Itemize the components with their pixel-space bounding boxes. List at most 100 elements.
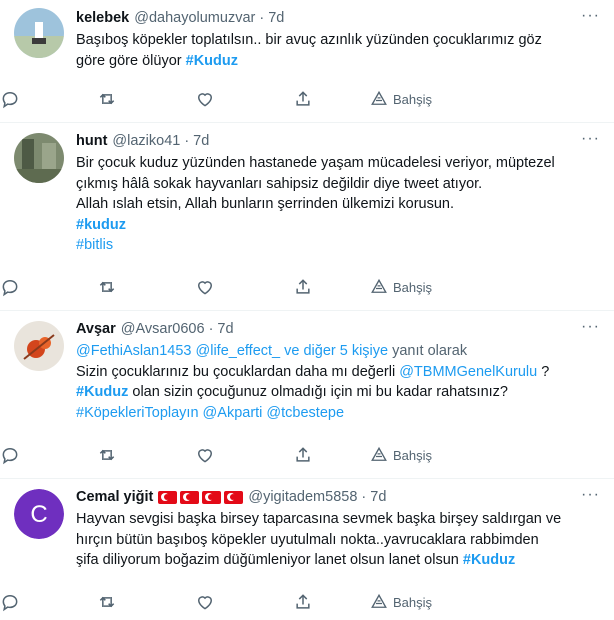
avatar[interactable] bbox=[14, 8, 64, 58]
user-handle[interactable]: @yigitadem5858 bbox=[248, 487, 357, 507]
tweet-text-segment: Sizin çocuklarınız bu çocuklardan daha m… bbox=[76, 363, 400, 380]
tweet-text-segment: çıkmış hâlâ sokak hayvanları sahipsiz de… bbox=[76, 175, 483, 192]
retweet-button[interactable] bbox=[97, 591, 117, 613]
tweet-text-line: Başıboş köpekler toplatılsın.. bir avuç … bbox=[76, 30, 600, 51]
separator-dot: · bbox=[208, 321, 214, 337]
reply-button[interactable] bbox=[0, 88, 20, 110]
action-bar: Bahşiş bbox=[0, 444, 614, 466]
tip-label: Bahşiş bbox=[393, 91, 433, 107]
retweet-button[interactable] bbox=[97, 88, 117, 110]
more-options-icon[interactable]: ··· bbox=[581, 131, 600, 147]
hashtag-link[interactable]: #KöpekleriToplayın @Akparti @tcbestepe bbox=[76, 405, 344, 421]
tweet-body: hunt @laziko41 · 7d ··· Bir çocuk kuduz … bbox=[76, 131, 600, 256]
tweet[interactable]: C Cemal yiğit @yigitadem5858 · 7d ··· Ha… bbox=[0, 479, 614, 620]
hashtag-link[interactable]: #bitlis bbox=[76, 237, 113, 253]
tweet-header: Avşar @Avsar0606 · 7d bbox=[76, 319, 600, 339]
user-handle[interactable]: @Avsar0606 bbox=[121, 319, 205, 339]
retweet-icon bbox=[97, 592, 117, 612]
tweet-text-line: @FethiAslan1453 @life_effect_ ve diğer 5… bbox=[76, 341, 600, 362]
reply-button[interactable] bbox=[0, 591, 20, 613]
like-button[interactable] bbox=[195, 444, 215, 466]
separator-dot: · bbox=[259, 10, 265, 26]
retweet-button[interactable] bbox=[97, 444, 117, 466]
tweet-text: Hayvan sevgisi başka birsey taparcasına … bbox=[76, 509, 600, 571]
tweet[interactable]: kelebek @dahayolumuzvar · 7d ··· Başıboş… bbox=[0, 0, 614, 123]
tweet-text-segment: Bir çocuk kuduz yüzünden hastanede yaşam… bbox=[76, 155, 555, 171]
tip-icon bbox=[370, 90, 388, 108]
mention-link[interactable]: @FethiAslan1453 @life_effect_ ve diğer 5… bbox=[76, 343, 388, 359]
share-button[interactable] bbox=[293, 276, 313, 298]
tip-button[interactable]: Bahşiş bbox=[370, 591, 432, 613]
tweet-text-line: #KöpekleriToplayın @Akparti @tcbestepe bbox=[76, 403, 600, 424]
tweet-text-line: #Kuduz olan sizin çocuğunuz olmadığı içi… bbox=[76, 382, 600, 403]
avatar[interactable] bbox=[14, 321, 64, 371]
avatar-image: C bbox=[14, 489, 64, 539]
tweet-text-line: #bitlis bbox=[76, 235, 600, 256]
reply-icon bbox=[0, 277, 20, 297]
timestamp[interactable]: 7d bbox=[217, 319, 233, 339]
avatar[interactable] bbox=[14, 133, 64, 183]
hashtag-link[interactable]: #Kuduz bbox=[186, 53, 238, 69]
separator-dot: · bbox=[184, 133, 190, 149]
tip-button[interactable]: Bahşiş bbox=[370, 276, 432, 298]
turkish-flag-icon bbox=[158, 490, 178, 504]
mention-link[interactable]: @TBMMGenelKurulu bbox=[399, 364, 537, 380]
tweet-body: Cemal yiğit @yigitadem5858 · 7d ··· Hayv… bbox=[76, 487, 600, 571]
tweet-text-segment: ? bbox=[537, 363, 550, 380]
action-bar: Bahşiş bbox=[0, 88, 614, 110]
tip-button[interactable]: Bahşiş bbox=[370, 88, 432, 110]
display-name[interactable]: Cemal yiğit bbox=[76, 487, 153, 507]
tweet-text-segment: Başıboş köpekler toplatılsın.. bir avuç … bbox=[76, 32, 542, 48]
turkish-flag-icon bbox=[224, 490, 244, 504]
like-button[interactable] bbox=[195, 591, 215, 613]
timestamp[interactable]: 7d bbox=[370, 487, 386, 507]
retweet-icon bbox=[97, 445, 117, 465]
hashtag-link[interactable]: #Kuduz bbox=[463, 552, 515, 568]
more-options-icon[interactable]: ··· bbox=[581, 319, 600, 335]
share-icon bbox=[293, 89, 313, 109]
tip-icon bbox=[370, 593, 388, 611]
tweet-feed: kelebek @dahayolumuzvar · 7d ··· Başıboş… bbox=[0, 0, 614, 620]
reply-button[interactable] bbox=[0, 276, 20, 298]
avatar[interactable]: C bbox=[14, 489, 64, 539]
tip-button[interactable]: Bahşiş bbox=[370, 444, 432, 466]
tweet-header: hunt @laziko41 · 7d bbox=[76, 131, 600, 151]
tweet-body: Avşar @Avsar0606 · 7d ··· @FethiAslan145… bbox=[76, 319, 600, 423]
tip-icon bbox=[370, 278, 388, 296]
separator-dot: · bbox=[361, 489, 367, 505]
like-button[interactable] bbox=[195, 276, 215, 298]
reply-icon bbox=[0, 592, 20, 612]
display-name[interactable]: kelebek bbox=[76, 8, 129, 28]
user-handle[interactable]: @laziko41 bbox=[112, 131, 180, 151]
like-button[interactable] bbox=[195, 88, 215, 110]
share-icon bbox=[293, 592, 313, 612]
turkish-flag-icon bbox=[202, 490, 222, 504]
share-icon bbox=[293, 277, 313, 297]
display-name[interactable]: hunt bbox=[76, 131, 107, 151]
avatar-image bbox=[14, 133, 64, 183]
timestamp[interactable]: 7d bbox=[268, 8, 284, 28]
timestamp[interactable]: 7d bbox=[193, 131, 209, 151]
share-button[interactable] bbox=[293, 591, 313, 613]
retweet-button[interactable] bbox=[97, 276, 117, 298]
reply-icon bbox=[0, 89, 20, 109]
hashtag-link[interactable]: #Kuduz bbox=[76, 384, 128, 400]
tweet-text-segment: şifa diliyorum boğazim düğümleniyor lane… bbox=[76, 552, 463, 568]
user-handle[interactable]: @dahayolumuzvar bbox=[134, 8, 255, 28]
tweet[interactable]: Avşar @Avsar0606 · 7d ··· @FethiAslan145… bbox=[0, 311, 614, 479]
tweet[interactable]: hunt @laziko41 · 7d ··· Bir çocuk kuduz … bbox=[0, 123, 614, 311]
tweet-text-line: Hayvan sevgisi başka birsey taparcasına … bbox=[76, 509, 600, 530]
tweet-text-segment: hırçın bütün başıboş köpekler uyutulmalı… bbox=[76, 531, 539, 548]
tweet-text-segment: göre göre ölüyor bbox=[76, 52, 186, 69]
turkish-flag-emojis bbox=[158, 490, 244, 504]
display-name[interactable]: Avşar bbox=[76, 319, 116, 339]
tweet-text-segment: yanıt olarak bbox=[388, 343, 468, 359]
reply-button[interactable] bbox=[0, 444, 20, 466]
tip-icon bbox=[370, 446, 388, 464]
more-options-icon[interactable]: ··· bbox=[581, 487, 600, 503]
action-bar: Bahşiş bbox=[0, 276, 614, 298]
more-options-icon[interactable]: ··· bbox=[581, 8, 600, 24]
share-button[interactable] bbox=[293, 88, 313, 110]
share-button[interactable] bbox=[293, 444, 313, 466]
hashtag-link[interactable]: #kuduz bbox=[76, 217, 126, 233]
